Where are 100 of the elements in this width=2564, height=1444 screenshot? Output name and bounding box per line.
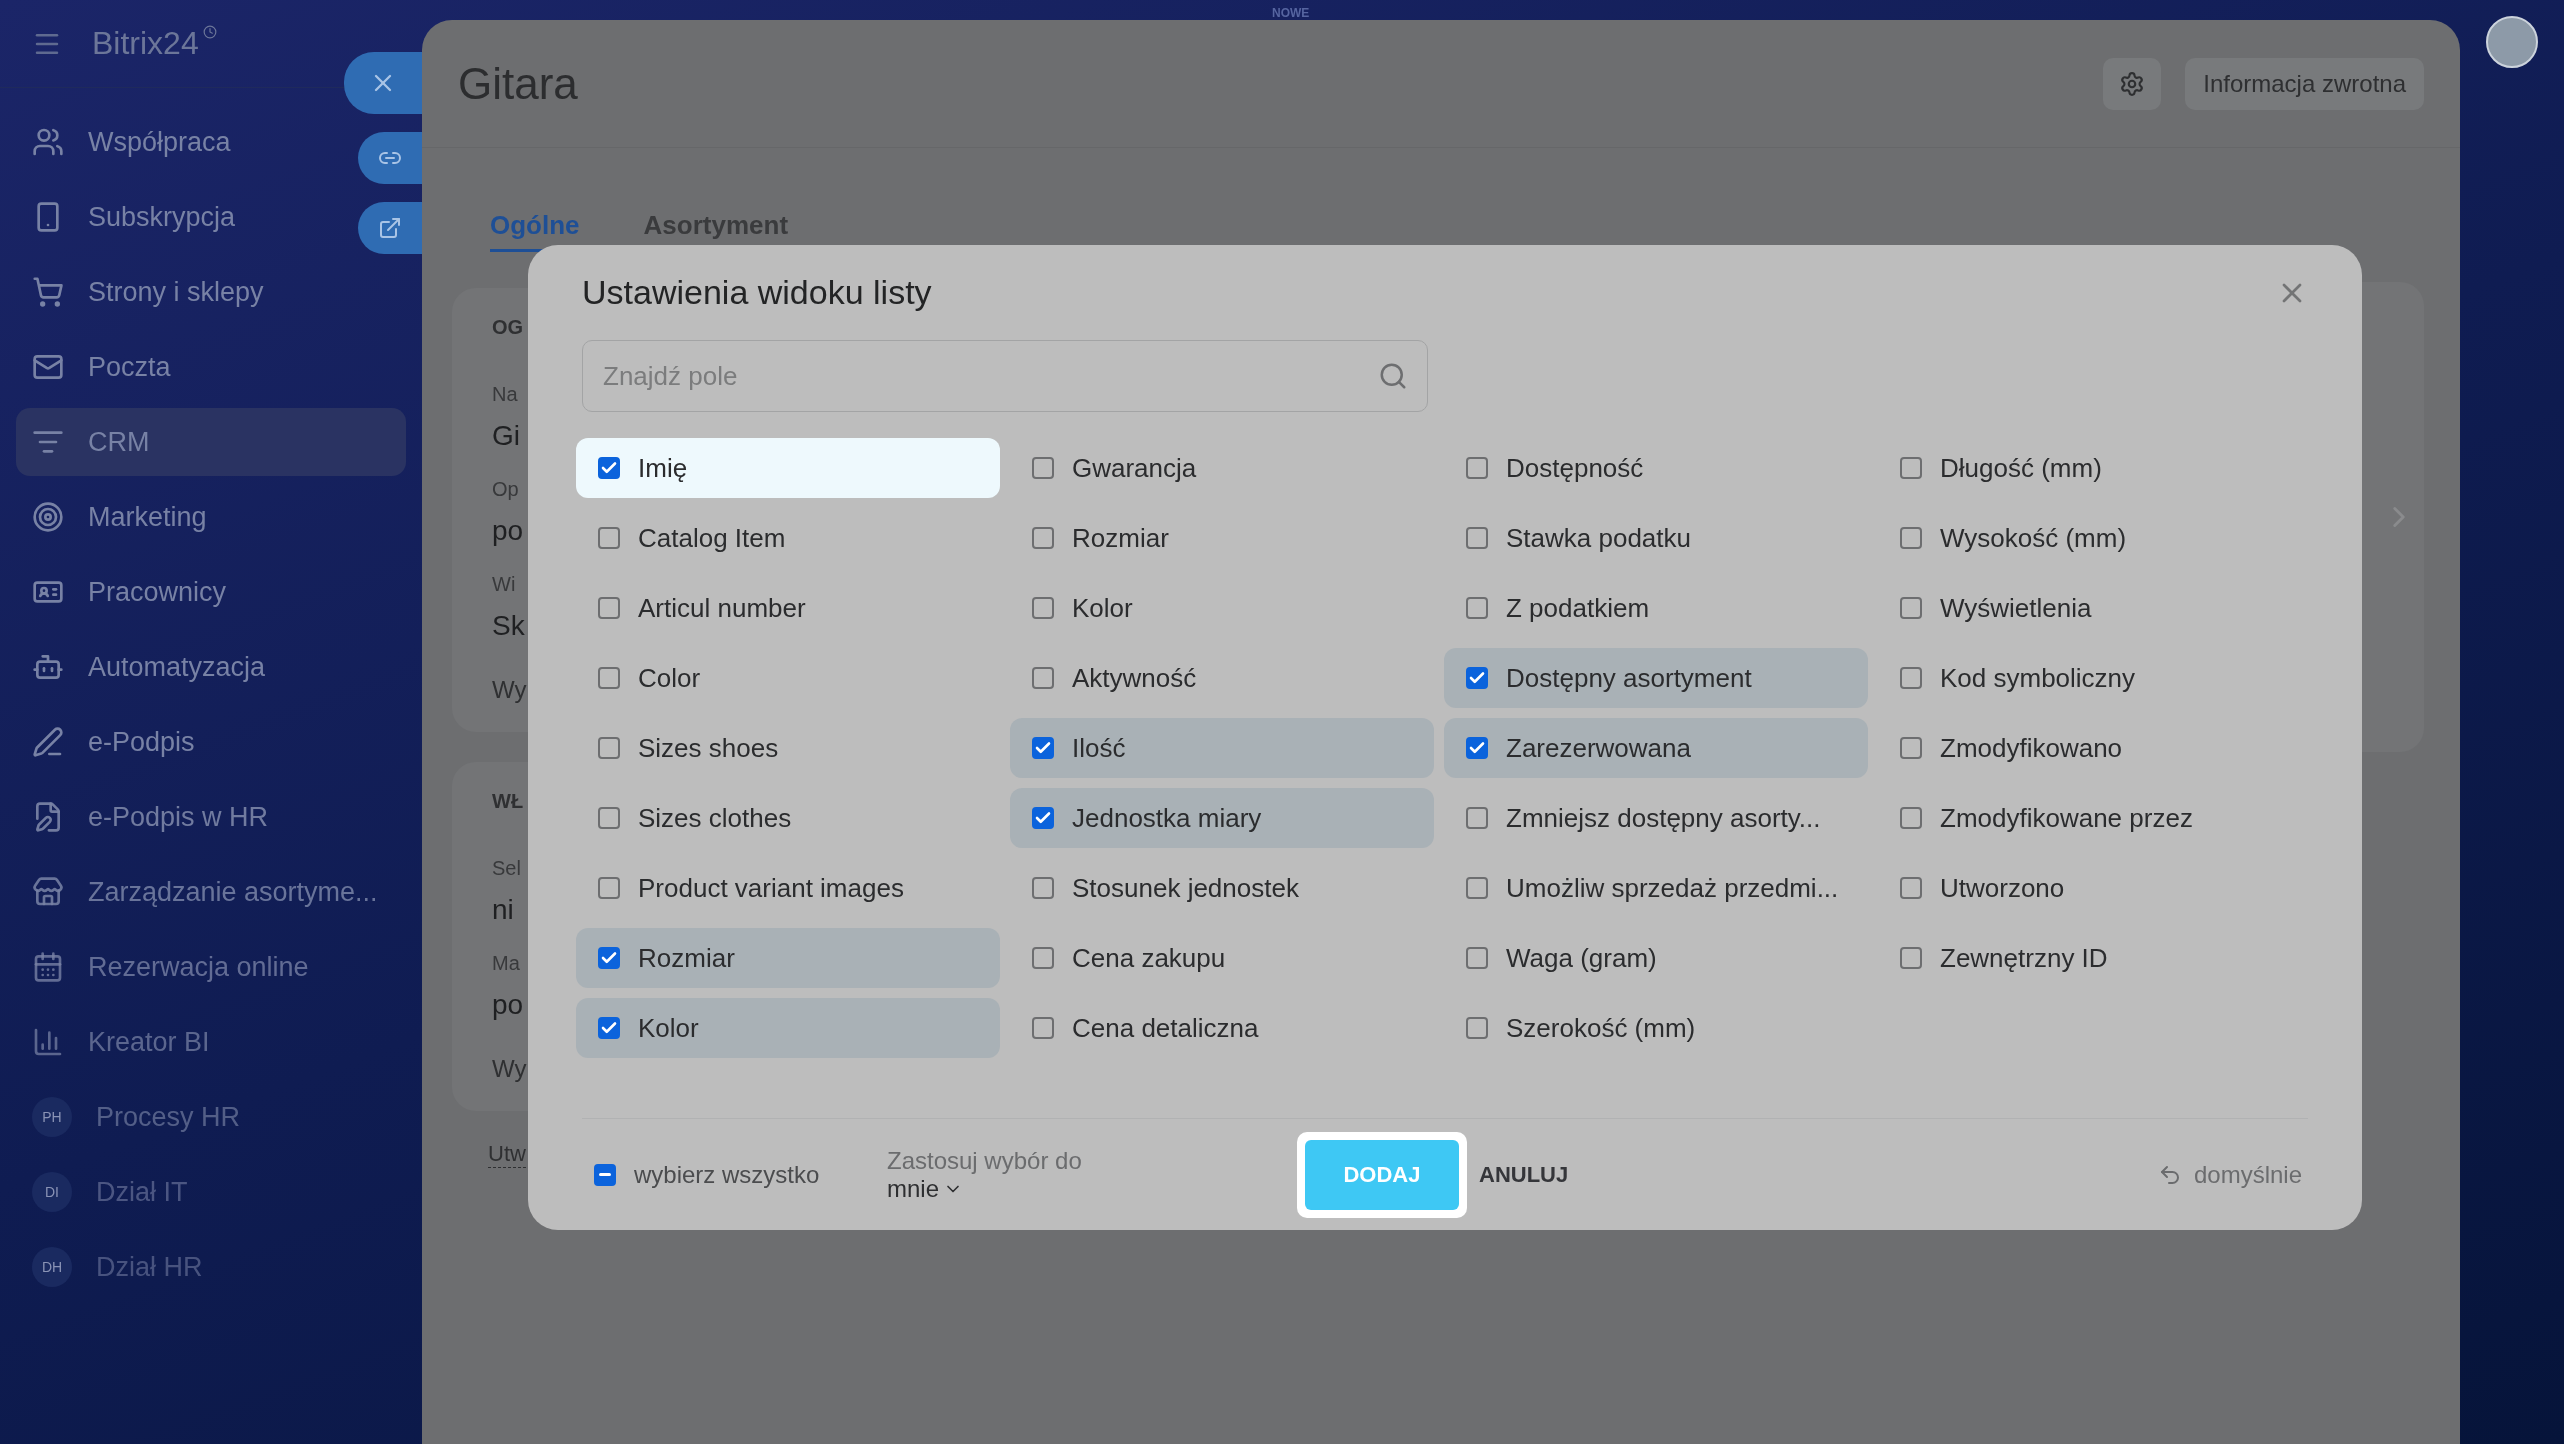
checkbox[interactable] [1032, 667, 1054, 689]
checkbox[interactable] [598, 737, 620, 759]
checkbox[interactable] [1466, 737, 1488, 759]
checkbox[interactable] [1900, 947, 1922, 969]
select-all-option[interactable]: wybierz wszystko [582, 1160, 887, 1189]
checkbox[interactable] [1900, 457, 1922, 479]
field-option[interactable]: Waga (gram) [1444, 928, 1868, 988]
user-avatar[interactable] [2486, 16, 2538, 68]
field-option[interactable]: Cena zakupu [1010, 928, 1434, 988]
search-icon[interactable] [1378, 361, 1408, 391]
field-option[interactable]: Zarezerwowana [1444, 718, 1868, 778]
field-option[interactable]: Zmniejsz dostępny asorty... [1444, 788, 1868, 848]
checkbox[interactable] [1900, 807, 1922, 829]
checkbox[interactable] [1466, 667, 1488, 689]
field-option[interactable]: Wysokość (mm) [1878, 508, 2302, 568]
field-option[interactable]: Zmodyfikowane przez [1878, 788, 2302, 848]
field-option[interactable]: Articul number [576, 578, 1000, 638]
checkbox[interactable] [1900, 877, 1922, 899]
sidebar-item[interactable]: DH Dział HR [16, 1233, 219, 1301]
checkbox[interactable] [1032, 807, 1054, 829]
field-option[interactable]: Jednostka miary [1010, 788, 1434, 848]
checkbox[interactable] [594, 1163, 616, 1186]
checkbox[interactable] [1032, 1017, 1054, 1039]
field-option[interactable]: Ilość [1010, 718, 1434, 778]
field-option[interactable]: Product variant images [576, 858, 1000, 918]
checkbox[interactable] [1466, 597, 1488, 619]
link-button[interactable] [358, 132, 422, 184]
checkbox[interactable] [598, 1017, 620, 1039]
field-option[interactable]: Rozmiar [576, 928, 1000, 988]
people-icon [32, 126, 64, 158]
checkbox[interactable] [598, 807, 620, 829]
field-option[interactable]: Zmodyfikowano [1878, 718, 2302, 778]
apply-dropdown[interactable]: mnie [887, 1174, 1297, 1203]
field-option[interactable]: Rozmiar [1010, 508, 1434, 568]
field-option[interactable]: Sizes shoes [576, 718, 1000, 778]
checkbox[interactable] [1032, 527, 1054, 549]
checkbox[interactable] [1466, 807, 1488, 829]
checkbox[interactable] [598, 527, 620, 549]
field-label: Op [492, 478, 519, 501]
sidebar-item[interactable]: e-Podpis [16, 708, 211, 776]
field-label: Wi [492, 573, 516, 596]
checkbox[interactable] [1466, 527, 1488, 549]
sidebar-item[interactable]: Marketing [16, 483, 223, 551]
field-option[interactable]: Długość (mm) [1878, 438, 2302, 498]
checkbox[interactable] [1900, 597, 1922, 619]
checkbox[interactable] [1032, 597, 1054, 619]
sidebar-item[interactable]: Pracownicy [16, 558, 243, 626]
sidebar-item[interactable]: Współpraca [16, 108, 247, 176]
close-button[interactable] [344, 52, 422, 114]
field-option[interactable]: Umożliw sprzedaż przedmi... [1444, 858, 1868, 918]
field-option[interactable]: Imię [576, 438, 1000, 498]
initials-avatar: DI [32, 1172, 72, 1212]
field-option[interactable]: Kolor [576, 998, 1000, 1058]
field-option[interactable]: Zewnętrzny ID [1878, 928, 2302, 988]
checkbox[interactable] [598, 947, 620, 969]
sidebar-item[interactable]: Strony i sklepy [16, 258, 280, 326]
field-option[interactable]: Color [576, 648, 1000, 708]
field-option[interactable]: Aktywność [1010, 648, 1434, 708]
field-option[interactable]: Z podatkiem [1444, 578, 1868, 638]
checkbox[interactable] [598, 457, 620, 479]
field-option[interactable]: Utworzono [1878, 858, 2302, 918]
checkbox[interactable] [1466, 1017, 1488, 1039]
field-option[interactable]: Szerokość (mm) [1444, 998, 1868, 1058]
field-option[interactable]: Stosunek jednostek [1010, 858, 1434, 918]
field-option[interactable]: Wyświetlenia [1878, 578, 2302, 638]
checkbox[interactable] [1900, 667, 1922, 689]
settings-button[interactable] [2103, 57, 2162, 110]
checkbox[interactable] [598, 597, 620, 619]
open-external-button[interactable] [358, 202, 422, 254]
checkbox[interactable] [1900, 527, 1922, 549]
sidebar-item[interactable]: DI Dział IT [16, 1158, 204, 1226]
checkbox[interactable] [1466, 877, 1488, 899]
field-option[interactable]: Gwarancja [1010, 438, 1434, 498]
checkbox[interactable] [1466, 457, 1488, 479]
field-option[interactable]: Catalog Item [576, 508, 1000, 568]
checkbox[interactable] [598, 877, 620, 899]
checkbox[interactable] [598, 667, 620, 689]
field-value: ni [492, 894, 514, 926]
cancel-button[interactable]: ANULUJ [1473, 1160, 1575, 1189]
checkbox[interactable] [1466, 947, 1488, 969]
sidebar-item[interactable]: Zarządzanie asortyme... [16, 858, 394, 926]
checkbox[interactable] [1032, 947, 1054, 969]
sidebar-item[interactable]: e-Podpis w HR [16, 783, 285, 851]
field-option[interactable]: Stawka podatku [1444, 508, 1868, 568]
calendar-icon [32, 951, 64, 983]
checkbox[interactable] [1900, 737, 1922, 759]
checkbox[interactable] [1032, 737, 1054, 759]
checkbox[interactable] [1032, 457, 1054, 479]
field-option[interactable]: Kod symboliczny [1878, 648, 2302, 708]
sidebar-item[interactable]: PH Procesy HR [16, 1083, 257, 1151]
search-field[interactable]: Znajdź pole [582, 340, 1428, 412]
field-option[interactable]: Cena detaliczna [1010, 998, 1434, 1058]
sidebar-item[interactable]: Subskrypcja [16, 183, 252, 251]
field-option[interactable]: Dostępność [1444, 438, 1868, 498]
sidebar-item[interactable]: Poczta [16, 333, 187, 401]
checkbox[interactable] [1032, 877, 1054, 899]
field-option[interactable]: Kolor [1010, 578, 1434, 638]
field-option[interactable]: Dostępny asortyment [1444, 648, 1868, 708]
sidebar-item[interactable]: Automatyzacja [16, 633, 282, 701]
field-option[interactable]: Sizes clothes [576, 788, 1000, 848]
